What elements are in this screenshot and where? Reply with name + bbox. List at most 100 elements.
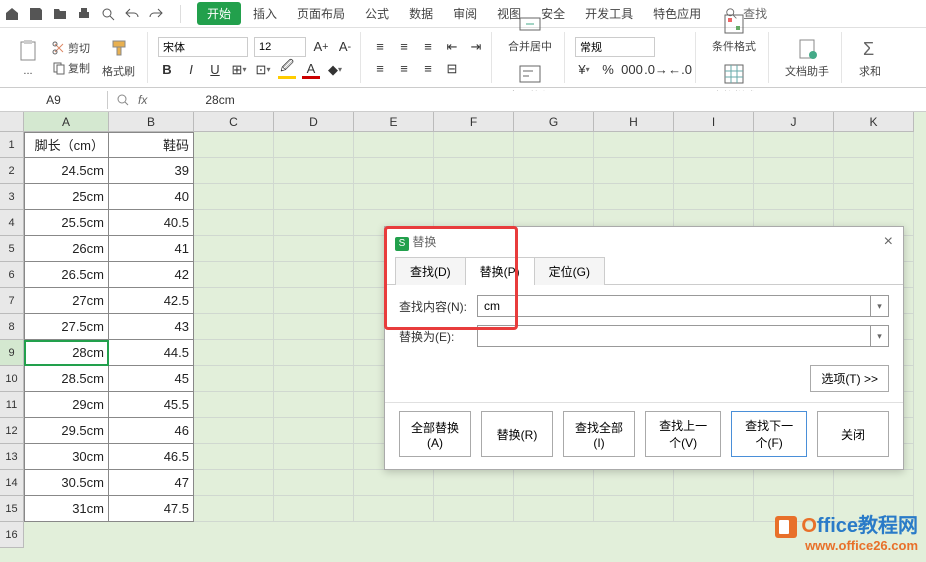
cell-F3[interactable] [434,184,514,210]
zoom-icon[interactable] [116,93,130,107]
align-bottom-icon[interactable]: ≡ [419,38,437,56]
cell-J2[interactable] [754,158,834,184]
row-header-16[interactable]: 16 [0,522,24,548]
cell-B6[interactable]: 42 [109,262,194,288]
fill-color-button[interactable]: 🖉 [278,61,296,79]
col-header-I[interactable]: I [674,112,754,132]
align-top-icon[interactable]: ≡ [371,38,389,56]
col-header-F[interactable]: F [434,112,514,132]
sum-button[interactable]: Σ 求和 [852,35,888,81]
close-icon[interactable]: × [884,233,893,251]
cell-G15[interactable] [514,496,594,522]
cell-D4[interactable] [274,210,354,236]
cell-E1[interactable] [354,132,434,158]
increase-decimal-icon[interactable]: .0→ [647,61,665,79]
find-dropdown-icon[interactable]: ▾ [871,295,889,317]
col-header-K[interactable]: K [834,112,914,132]
cell-B9[interactable]: 44.5 [109,340,194,366]
cell-E2[interactable] [354,158,434,184]
cell-A6[interactable]: 26.5cm [24,262,109,288]
cell-C14[interactable] [194,470,274,496]
cell-D6[interactable] [274,262,354,288]
row-header-10[interactable]: 10 [0,366,24,392]
cell-C10[interactable] [194,366,274,392]
cell-B1[interactable]: 鞋码 [109,132,194,158]
bold-button[interactable]: B [158,61,176,79]
cell-B10[interactable]: 45 [109,366,194,392]
cell-B12[interactable]: 46 [109,418,194,444]
cell-B4[interactable]: 40.5 [109,210,194,236]
tab-formula[interactable]: 公式 [357,1,397,26]
cell-E15[interactable] [354,496,434,522]
number-format-select[interactable] [575,37,655,57]
font-color-button[interactable]: A [302,61,320,79]
cell-I1[interactable] [674,132,754,158]
print-icon[interactable] [76,6,92,22]
italic-button[interactable]: I [182,61,200,79]
cell-E14[interactable] [354,470,434,496]
row-header-2[interactable]: 2 [0,158,24,184]
col-header-J[interactable]: J [754,112,834,132]
cell-B14[interactable]: 47 [109,470,194,496]
dialog-tab-replace[interactable]: 替换(P) [465,257,535,285]
cell-C5[interactable] [194,236,274,262]
cell-C6[interactable] [194,262,274,288]
row-header-6[interactable]: 6 [0,262,24,288]
cell-B15[interactable]: 47.5 [109,496,194,522]
underline-button[interactable]: U [206,61,224,79]
cell-I3[interactable] [674,184,754,210]
cell-I14[interactable] [674,470,754,496]
close-button[interactable]: 关闭 [817,411,889,457]
row-header-11[interactable]: 11 [0,392,24,418]
row-header-3[interactable]: 3 [0,184,24,210]
cell-C3[interactable] [194,184,274,210]
cell-C15[interactable] [194,496,274,522]
cell-F1[interactable] [434,132,514,158]
decrease-decimal-icon[interactable]: ←.0 [671,61,689,79]
align-right-icon[interactable]: ≡ [419,60,437,78]
cell-K2[interactable] [834,158,914,184]
cell-A11[interactable]: 29cm [24,392,109,418]
cell-B11[interactable]: 45.5 [109,392,194,418]
align-middle-icon[interactable]: ≡ [395,38,413,56]
tab-layout[interactable]: 页面布局 [289,1,353,26]
cell-E3[interactable] [354,184,434,210]
cell-H3[interactable] [594,184,674,210]
tab-data[interactable]: 数据 [401,1,441,26]
cell-A5[interactable]: 26cm [24,236,109,262]
cell-D1[interactable] [274,132,354,158]
increase-font-icon[interactable]: A+ [312,38,330,56]
save-icon[interactable] [28,6,44,22]
cell-B13[interactable]: 46.5 [109,444,194,470]
row-header-12[interactable]: 12 [0,418,24,444]
cell-F15[interactable] [434,496,514,522]
cell-C1[interactable] [194,132,274,158]
conditional-format-button[interactable]: 条件格式 [706,10,762,56]
cell-F14[interactable] [434,470,514,496]
folder-icon[interactable] [52,6,68,22]
merge-center-button[interactable]: 合并居中 [502,10,558,56]
cell-D14[interactable] [274,470,354,496]
cell-D11[interactable] [274,392,354,418]
col-header-H[interactable]: H [594,112,674,132]
cell-C8[interactable] [194,314,274,340]
cell-A7[interactable]: 27cm [24,288,109,314]
cell-C11[interactable] [194,392,274,418]
doc-helper-button[interactable]: 文档助手 [779,35,835,81]
format-painter-button[interactable]: 格式刷 [96,35,141,81]
cell-I15[interactable] [674,496,754,522]
row-header-9[interactable]: 9 [0,340,24,366]
align-center-icon[interactable]: ≡ [395,60,413,78]
copy-button[interactable]: 复制 [52,60,90,76]
merge-split-icon[interactable]: ⊟ [443,60,461,78]
cell-A9[interactable]: 28cm [24,340,109,366]
cell-G14[interactable] [514,470,594,496]
find-all-button[interactable]: 查找全部(I) [563,411,635,457]
font-size-select[interactable] [254,37,306,57]
dialog-tab-goto[interactable]: 定位(G) [534,257,605,285]
cell-K3[interactable] [834,184,914,210]
row-header-8[interactable]: 8 [0,314,24,340]
row-header-15[interactable]: 15 [0,496,24,522]
cell-B7[interactable]: 42.5 [109,288,194,314]
cell-G2[interactable] [514,158,594,184]
